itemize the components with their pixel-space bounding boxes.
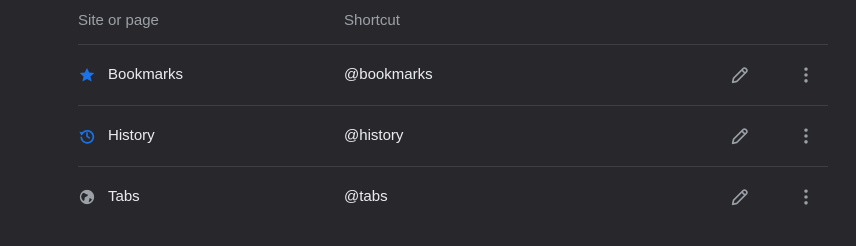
more-options-button[interactable] — [792, 183, 820, 211]
table-row-bookmarks: Bookmarks @bookmarks — [78, 45, 828, 106]
pencil-icon — [731, 67, 748, 84]
shortcut-value: @history — [344, 127, 404, 144]
site-search-shortcuts-panel: Site or page Shortcut Bookmarks @bookmar… — [0, 0, 856, 246]
site-label: Bookmarks — [108, 66, 184, 83]
pencil-icon — [731, 189, 748, 206]
table-row-tabs: Tabs @tabs — [78, 167, 828, 227]
more-vert-icon — [804, 189, 808, 205]
shortcut-value: @bookmarks — [344, 66, 433, 83]
more-vert-icon — [804, 128, 808, 144]
more-vert-icon — [804, 67, 808, 83]
edit-button[interactable] — [726, 183, 754, 211]
table-row-history: History @history — [78, 106, 828, 167]
more-options-button[interactable] — [792, 122, 820, 150]
site-label: Tabs — [108, 188, 140, 205]
globe-icon — [78, 188, 96, 206]
edit-button[interactable] — [726, 61, 754, 89]
table-header: Site or page Shortcut — [78, 0, 828, 45]
shortcut-column-header: Shortcut — [344, 12, 400, 29]
site-label: History — [108, 127, 155, 144]
more-options-button[interactable] — [792, 61, 820, 89]
edit-button[interactable] — [726, 122, 754, 150]
pencil-icon — [731, 128, 748, 145]
history-icon — [78, 127, 96, 145]
star-icon — [78, 66, 96, 84]
site-column-header: Site or page — [78, 12, 159, 29]
shortcut-value: @tabs — [344, 188, 388, 205]
